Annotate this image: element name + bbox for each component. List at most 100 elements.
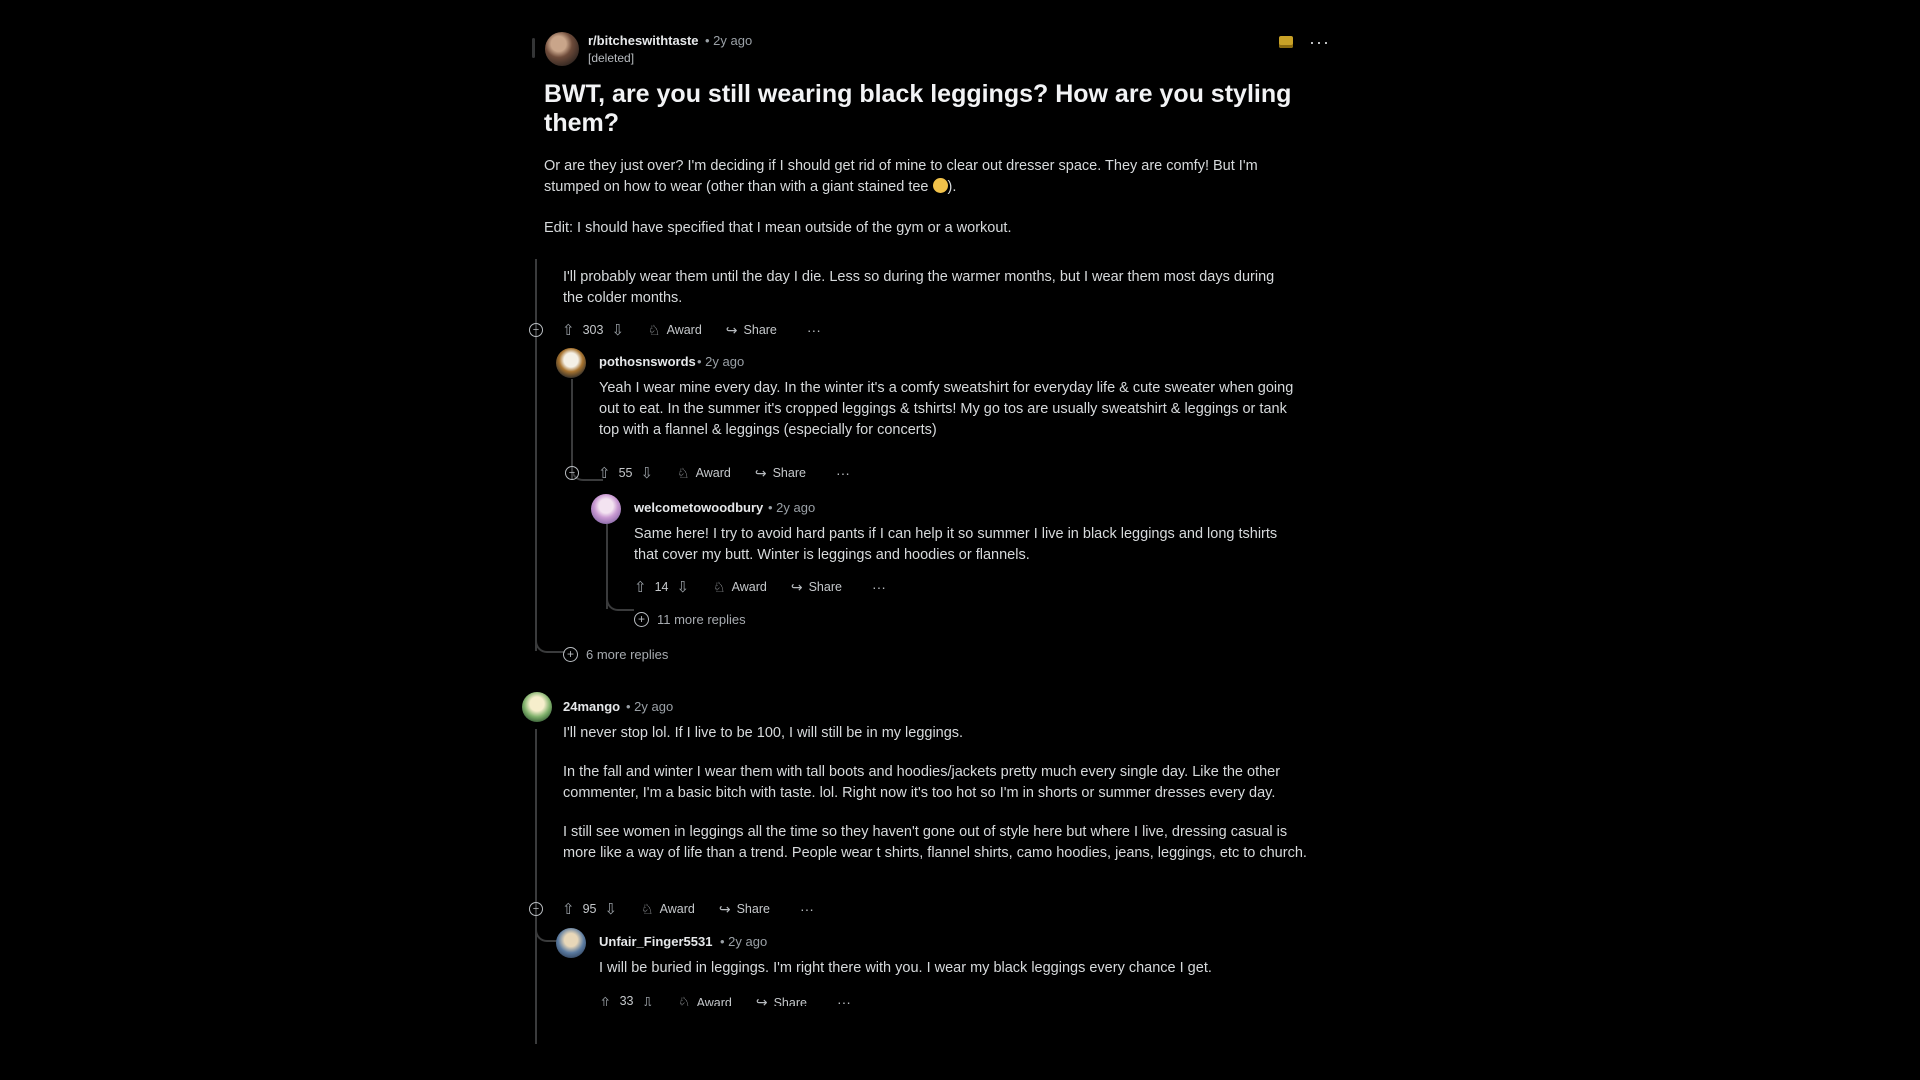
award-icon: ♘ xyxy=(641,900,654,917)
collapse-thread-icon[interactable]: − xyxy=(565,466,579,480)
post-container: r/bitcheswithtaste • 2y ago [deleted] ··… xyxy=(522,28,1330,1059)
award-icon: ♘ xyxy=(648,321,661,338)
subreddit-avatar[interactable] xyxy=(545,32,579,66)
award-label: Award xyxy=(666,323,702,337)
thread-line xyxy=(535,259,537,651)
award-icon: ♘ xyxy=(678,994,691,1006)
more-replies-label: 6 more replies xyxy=(586,647,669,662)
post-author: [deleted] xyxy=(588,51,635,65)
comment-paragraph: I still see women in leggings all the ti… xyxy=(563,824,1307,861)
downvote-icon[interactable]: ⇩ xyxy=(604,900,617,918)
thread-elbow xyxy=(606,589,634,611)
post-side-bar xyxy=(532,38,535,58)
share-label: Share xyxy=(808,580,842,594)
award-icon: ♘ xyxy=(677,464,690,481)
user-avatar[interactable] xyxy=(591,494,621,524)
post-more-options-icon[interactable]: ··· xyxy=(1309,33,1330,51)
comment-more-options-icon[interactable]: ··· xyxy=(800,901,814,917)
post-body-paragraph: Or are they just over? I'm deciding if I… xyxy=(544,156,1304,198)
save-icon[interactable] xyxy=(1279,36,1294,48)
comment-timestamp: • 2y ago xyxy=(697,354,745,369)
comment-actions: − ⇧ 95 ⇩ ♘ Award ↪ Share ··· xyxy=(529,899,814,919)
comment-more-options-icon[interactable]: ··· xyxy=(807,322,821,338)
share-icon: ↪ xyxy=(790,578,803,595)
comment-timestamp: • 2y ago xyxy=(720,934,768,949)
award-label: Award xyxy=(696,995,732,1007)
post-body: Or are they just over? I'm deciding if I… xyxy=(544,156,1304,239)
share-label: Share xyxy=(772,466,806,480)
vote-count: 95 xyxy=(582,902,597,916)
thread-line xyxy=(535,924,537,1044)
post-body-text-end: ). xyxy=(947,179,957,195)
expand-replies-icon: + xyxy=(563,647,578,662)
share-icon: ↪ xyxy=(755,994,768,1006)
comment-more-options-icon[interactable]: ··· xyxy=(836,465,850,481)
comment-more-options-icon[interactable]: ··· xyxy=(872,579,886,595)
upvote-icon[interactable]: ⇧ xyxy=(562,900,575,918)
subreddit-name[interactable]: r/bitcheswithtaste xyxy=(588,33,699,48)
award-label: Award xyxy=(695,466,731,480)
comment-username[interactable]: Unfair_Finger5531 xyxy=(599,934,712,949)
comment-body: I'll never stop lol. If I live to be 100… xyxy=(563,723,1313,882)
share-button[interactable]: ↪ Share xyxy=(791,579,842,596)
downvote-icon[interactable]: ⇩ xyxy=(641,994,654,1006)
collapse-thread-icon[interactable]: − xyxy=(529,902,543,916)
award-button[interactable]: ♘ Award xyxy=(678,994,732,1006)
downvote-icon[interactable]: ⇩ xyxy=(640,464,653,482)
user-avatar[interactable] xyxy=(556,348,586,378)
reddit-post-page: r/bitcheswithtaste • 2y ago [deleted] ··… xyxy=(0,0,1920,1080)
share-icon: ↪ xyxy=(754,464,767,481)
comments-section: I'll probably wear them until the day I … xyxy=(522,259,1330,1059)
post-actions: ··· xyxy=(1279,33,1330,51)
comment-username[interactable]: pothosnswords xyxy=(599,354,696,369)
downvote-icon[interactable]: ⇩ xyxy=(611,321,624,339)
comment-body: I will be buried in leggings. I'm right … xyxy=(599,960,1212,976)
comment-timestamp: • 2y ago xyxy=(626,699,674,714)
award-icon: ♘ xyxy=(713,578,726,595)
post-body-edit: Edit: I should have specified that I mea… xyxy=(544,220,1012,236)
comment-more-options-icon[interactable]: ··· xyxy=(837,994,851,1006)
comment-username[interactable]: welcometowoodbury xyxy=(634,500,763,515)
share-button[interactable]: ↪ Share xyxy=(755,465,806,482)
vote-count: 55 xyxy=(618,466,633,480)
grimace-emoji-icon xyxy=(932,178,948,193)
post-title: BWT, are you still wearing black legging… xyxy=(544,80,1292,137)
vote-count: 14 xyxy=(654,580,669,594)
comment-paragraph: I'll never stop lol. If I live to be 100… xyxy=(563,725,964,741)
downvote-icon[interactable]: ⇩ xyxy=(676,578,689,596)
upvote-icon[interactable]: ⇧ xyxy=(599,994,612,1006)
award-button[interactable]: ♘ Award xyxy=(713,579,767,596)
post-timestamp: • 2y ago xyxy=(705,33,753,48)
upvote-icon[interactable]: ⇧ xyxy=(562,321,575,339)
more-replies-link[interactable]: + 6 more replies xyxy=(563,647,668,662)
share-button[interactable]: ↪ Share xyxy=(756,994,807,1006)
thread-elbow xyxy=(535,609,565,653)
comment-actions: ⇧ 33 ⇩ ♘ Award ↪ Share ··· xyxy=(599,994,851,1006)
user-avatar[interactable] xyxy=(556,928,586,958)
comment-username[interactable]: 24mango xyxy=(563,699,620,714)
share-icon: ↪ xyxy=(725,321,738,338)
award-button[interactable]: ♘ Award xyxy=(641,901,695,918)
more-replies-link[interactable]: + 11 more replies xyxy=(634,612,746,627)
expand-replies-icon: + xyxy=(634,612,649,627)
user-avatar[interactable] xyxy=(522,692,552,722)
more-replies-label: 11 more replies xyxy=(657,612,746,627)
collapse-thread-icon[interactable]: − xyxy=(529,323,543,337)
share-label: Share xyxy=(743,323,777,337)
share-label: Share xyxy=(736,902,770,916)
comment-body: Same here! I try to avoid hard pants if … xyxy=(634,526,1278,563)
award-button[interactable]: ♘ Award xyxy=(648,322,702,339)
comment-actions: ⇧ 14 ⇩ ♘ Award ↪ Share ··· xyxy=(634,577,886,597)
comment-actions: − ⇧ 303 ⇩ ♘ Award ↪ Share ··· xyxy=(529,320,821,340)
upvote-icon[interactable]: ⇧ xyxy=(598,464,611,482)
comment-actions: − ⇧ 55 ⇩ ♘ Award ↪ Share ··· xyxy=(565,463,850,483)
share-button[interactable]: ↪ Share xyxy=(726,322,777,339)
comment-body: Yeah I wear mine every day. In the winte… xyxy=(599,380,1294,438)
award-label: Award xyxy=(731,580,767,594)
post-body-text: Or are they just over? I'm deciding if I… xyxy=(544,158,1258,195)
upvote-icon[interactable]: ⇧ xyxy=(634,578,647,596)
comment-paragraph: In the fall and winter I wear them with … xyxy=(563,764,1281,801)
share-button[interactable]: ↪ Share xyxy=(719,901,770,918)
award-button[interactable]: ♘ Award xyxy=(677,465,731,482)
comment-body: I'll probably wear them until the day I … xyxy=(563,269,1275,306)
